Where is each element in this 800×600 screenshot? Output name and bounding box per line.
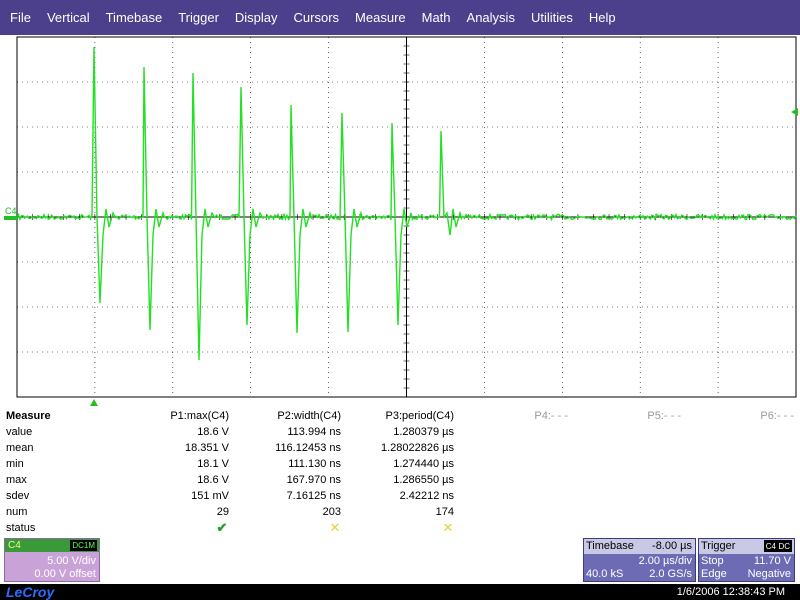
p2-value: 167.970 ns [286,474,341,486]
trigger-descriptor[interactable]: Trigger C4 DC Stop 11.70 V Edge Negative [698,538,795,582]
timebase-rate: 2.0 GS/s [649,568,692,580]
p3-value: 1.274440 µs [393,458,454,470]
menu-file[interactable]: File [4,10,37,25]
p3-value: 174 [435,506,454,518]
trigger-slope: Negative [747,568,791,580]
measure-row: value 18.6 V 113.994 ns 1.280379 µs [0,424,800,440]
menu-trigger[interactable]: Trigger [172,10,225,25]
p2-value: 203 [322,506,341,518]
measure-header-row: Measure P1:max(C4) P2:width(C4) P3:perio… [0,408,800,424]
measure-row-label: value [6,426,33,438]
channel-marker-label: C4 [5,206,17,216]
channel-coupling-badge: DC1M [70,540,97,551]
menu-utilities[interactable]: Utilities [525,10,579,25]
p1-value: 151 mV [191,490,229,502]
lecroy-logo: LeCroy [6,584,55,600]
menu-cursors[interactable]: Cursors [288,10,346,25]
trigger-level: 11.70 V [753,555,791,567]
status-label: status [6,522,36,534]
trigger-level-marker[interactable] [791,108,798,116]
measure-table: Measure P1:max(C4) P2:width(C4) P3:perio… [0,408,800,536]
menu-measure[interactable]: Measure [349,10,412,25]
measure-title: Measure [6,410,51,422]
p2-value: 116.12453 ns [275,442,341,454]
menu-vertical[interactable]: Vertical [41,10,96,25]
menu-display[interactable]: Display [229,10,284,25]
p3-value: 1.28022826 µs [380,442,454,454]
waveform-canvas[interactable]: C4 [0,35,800,407]
measure-row: min 18.1 V 111.130 ns 1.274440 µs [0,456,800,472]
trigger-type: Edge [701,568,727,580]
p2-value: 113.994 ns [287,426,341,438]
menu-bar: File Vertical Timebase Trigger Display C… [0,0,800,35]
p3-value: 1.286550 µs [393,474,454,486]
p1-value: 18.1 V [197,458,229,470]
param-p3-header[interactable]: P3:period(C4) [386,408,454,424]
p1-value: 18.6 V [197,474,229,486]
status-bar: LeCroy 1/6/2006 12:38:43 PM [0,584,800,600]
channel-header: C4 DC1M [5,539,99,552]
p1-value: 18.6 V [197,426,229,438]
measure-row-label: mean [6,442,34,454]
measure-status-row: status ✔ ✕ ✕ [0,520,800,536]
menu-math[interactable]: Math [416,10,457,25]
p1-value: 29 [216,506,229,518]
measure-row-label: num [6,506,28,518]
measure-row-label: min [6,458,24,470]
p3-value: 2.42212 ns [399,490,454,502]
menu-help[interactable]: Help [583,10,622,25]
timebase-header: Timebase -8.00 µs [584,539,695,554]
trigger-position-marker[interactable] [90,399,98,406]
menu-analysis[interactable]: Analysis [461,10,521,25]
param-p6-header[interactable]: P6:- - - [760,408,794,424]
param-p4-header[interactable]: P4:- - - [534,408,568,424]
status-ok-icon: ✔ [216,520,228,535]
channel-c4-descriptor[interactable]: C4 DC1M 5.00 V/div 0.00 V offset [4,538,100,582]
trigger-header: Trigger C4 DC [699,539,794,554]
timebase-descriptor[interactable]: Timebase -8.00 µs 2.00 µs/div 40.0 kS 2.… [583,538,696,582]
status-warning-icon: ✕ [442,520,454,535]
waveform-display[interactable]: C4 [0,35,800,407]
trigger-title: Trigger [701,540,736,552]
timebase-title: Timebase [586,540,634,552]
timebase-samples: 40.0 kS [586,568,624,580]
measure-row-label: max [6,474,27,486]
timebase-delay: -8.00 µs [652,540,692,552]
measure-row: max 18.6 V 167.970 ns 1.286550 µs [0,472,800,488]
param-p5-header[interactable]: P5:- - - [647,408,681,424]
param-p1-header[interactable]: P1:max(C4) [170,408,229,424]
measure-row-label: sdev [6,490,30,502]
measure-row: mean 18.351 V 116.12453 ns 1.28022826 µs [0,440,800,456]
timebase-tdiv: 2.00 µs/div [638,555,692,567]
p1-value: 18.351 V [184,442,229,454]
param-p2-header[interactable]: P2:width(C4) [277,408,341,424]
trigger-mode: Stop [701,555,724,567]
menu-timebase[interactable]: Timebase [100,10,169,25]
p2-value: 111.130 ns [288,458,341,470]
channel-name: C4 [8,540,21,551]
date-time: 1/6/2006 12:38:43 PM [676,586,785,598]
trigger-coupling-badge: DC [776,540,792,552]
measure-row: num 29 203 174 [0,504,800,520]
channel-offset-marker[interactable] [4,216,18,220]
channel-vdiv: 5.00 V/div [47,555,96,567]
p2-value: 7.16125 ns [286,490,341,502]
p3-value: 1.280379 µs [393,426,454,438]
status-warning-icon: ✕ [329,520,341,535]
measure-row: sdev 151 mV 7.16125 ns 2.42212 ns [0,488,800,504]
channel-offset: 0.00 V offset [34,568,96,580]
